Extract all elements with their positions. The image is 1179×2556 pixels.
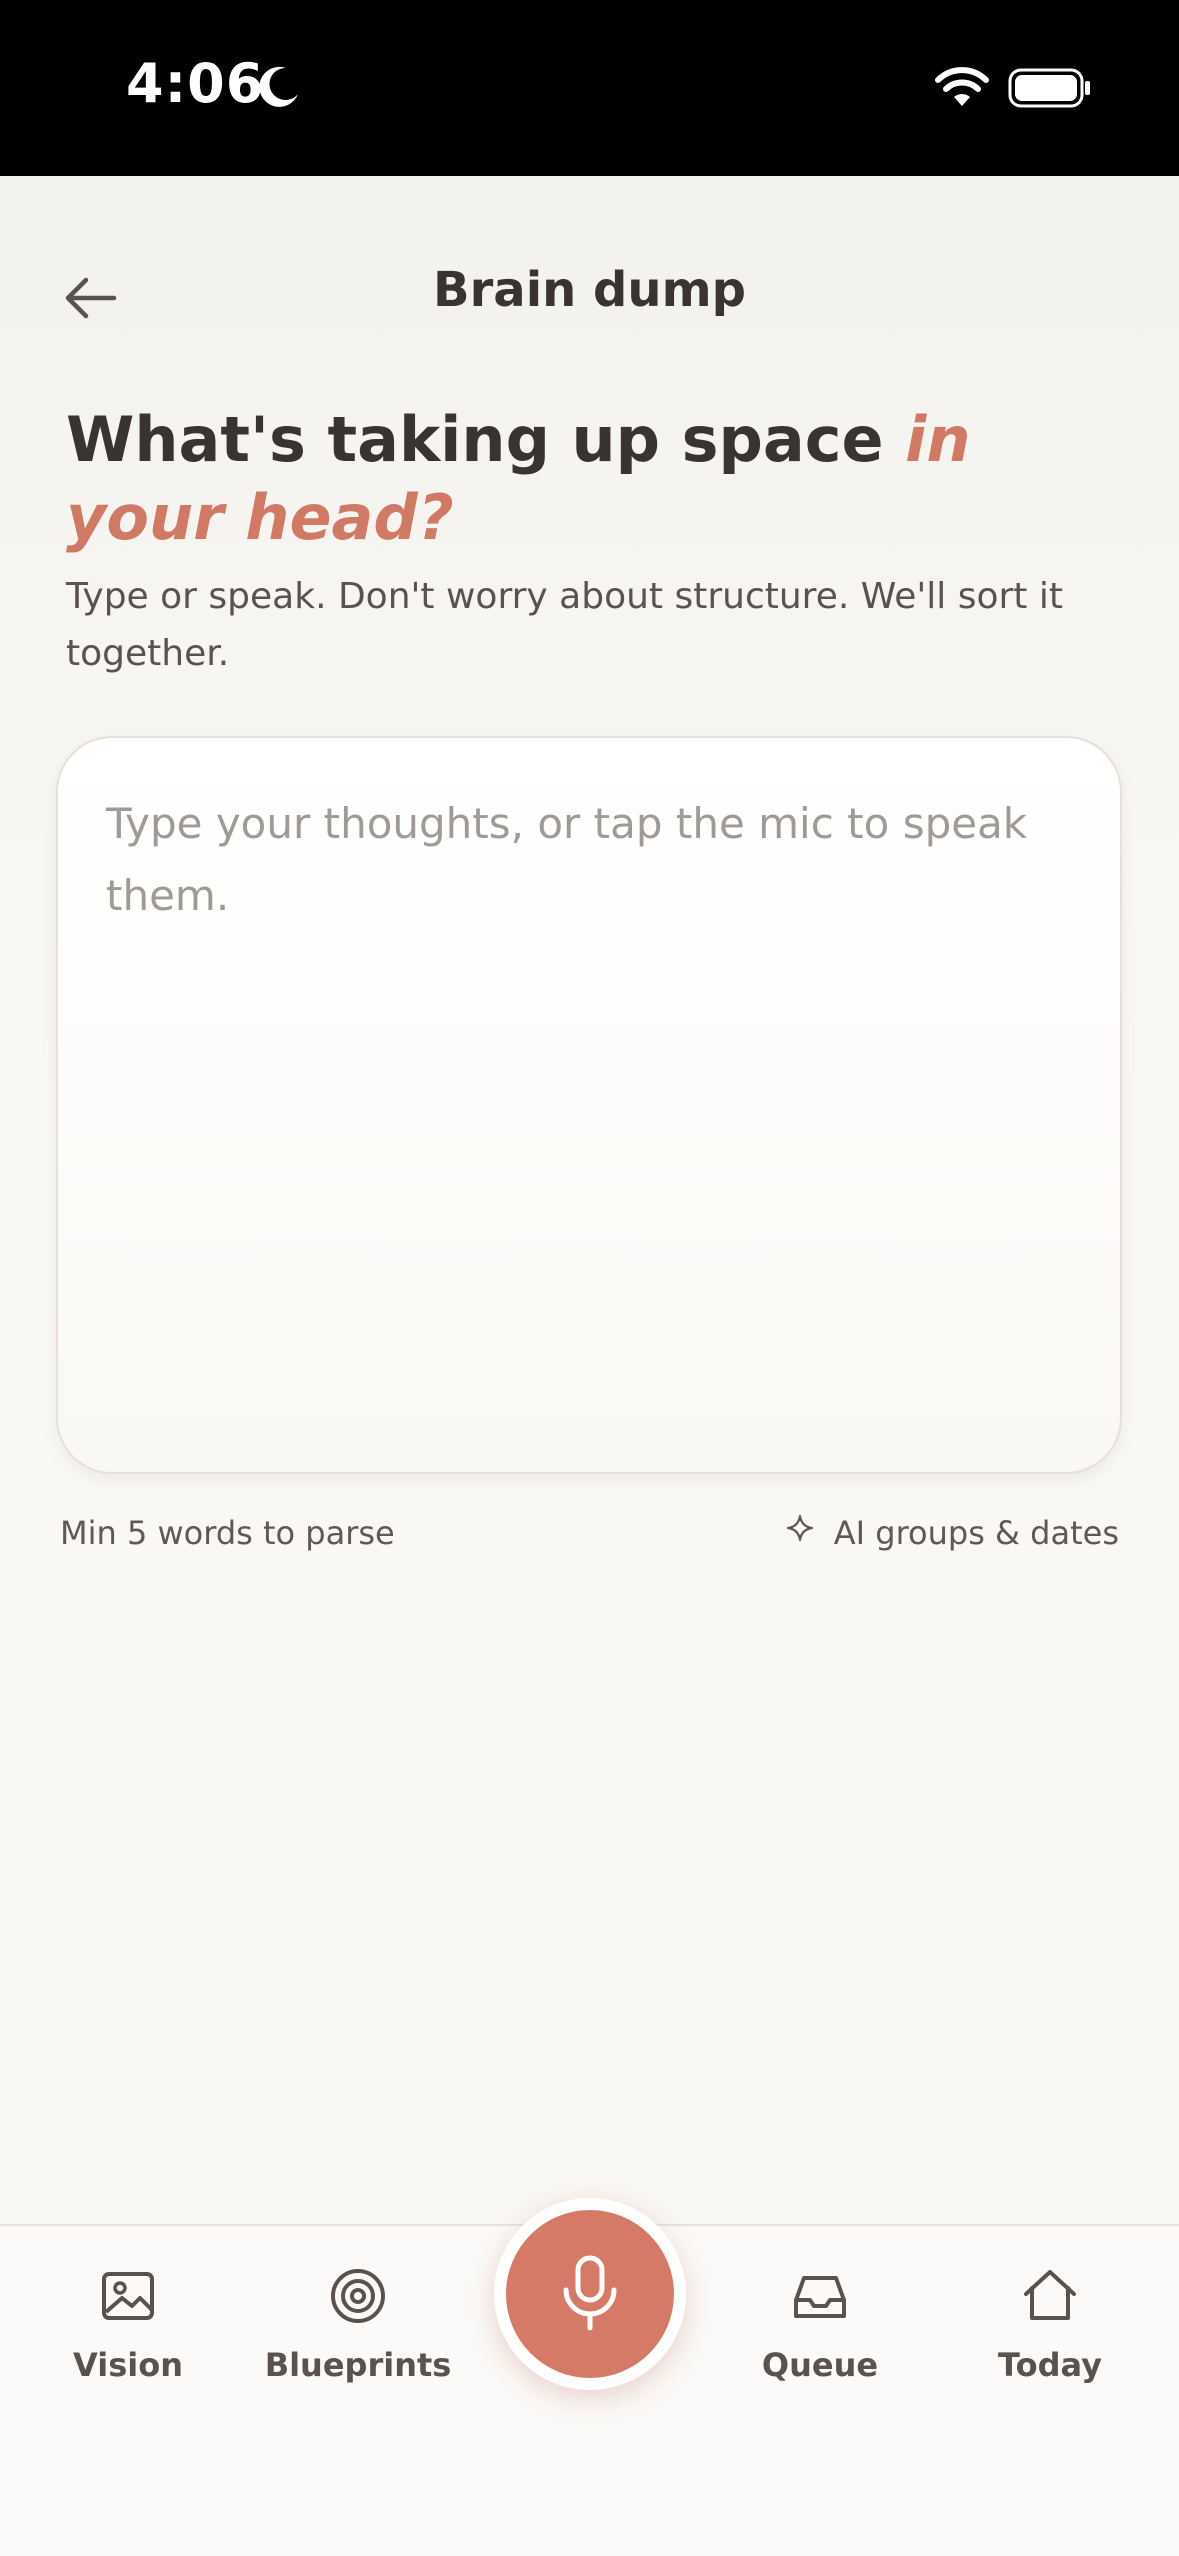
subtitle: Type or speak. Don't worry about structu…: [66, 576, 1063, 674]
page-title: Brain dump: [433, 262, 746, 318]
brain-dump-screen: Brain dump What's taking up space in you…: [0, 176, 1179, 2556]
microphone-icon: [563, 2255, 617, 2331]
ai-groups-label: AI groups & dates: [833, 1514, 1119, 1552]
inbox-icon: [794, 2276, 846, 2318]
wifi-icon: [935, 67, 989, 106]
brain-dump-input[interactable]: [106, 788, 1066, 1428]
mic-button-inner: [506, 2210, 674, 2378]
tab-vision[interactable]: Vision: [28, 2226, 228, 2406]
min-words-hint: Min 5 words to parse: [60, 1514, 395, 1552]
tab-blueprints[interactable]: Blueprints: [258, 2226, 458, 2406]
tab-blueprints-label: Blueprints: [264, 2346, 452, 2384]
brain-dump-input-card: [56, 736, 1122, 1474]
nav-header: Brain dump: [0, 176, 1179, 406]
tab-vision-label: Vision: [73, 2346, 183, 2384]
target-icon: [331, 2269, 385, 2323]
battery-icon: [1008, 68, 1090, 108]
tab-today-label: Today: [998, 2346, 1102, 2384]
tab-queue[interactable]: Queue: [720, 2226, 920, 2406]
tab-queue-label: Queue: [761, 2346, 879, 2384]
status-time: 4:06: [126, 52, 265, 115]
home-icon: [1024, 2270, 1076, 2320]
headline: What's taking up space in your head?: [66, 401, 1106, 557]
headline-plain: What's taking up space: [66, 403, 906, 476]
mic-button[interactable]: [494, 2198, 686, 2390]
tab-today[interactable]: Today: [950, 2226, 1150, 2406]
status-bar: 4:06: [0, 0, 1179, 176]
moon-icon: [259, 66, 298, 107]
ai-groups-hint: AI groups & dates: [786, 1514, 1119, 1552]
image-icon: [102, 2272, 154, 2320]
sparkle-icon: [786, 1514, 813, 1542]
